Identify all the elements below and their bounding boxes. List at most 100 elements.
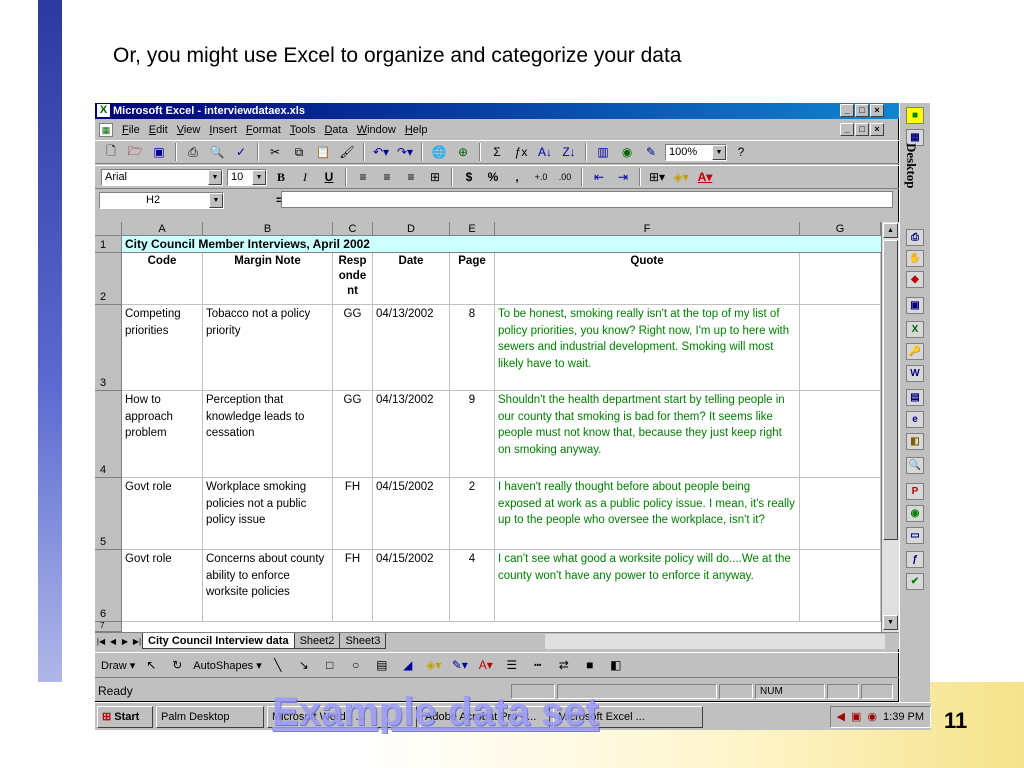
cell-code[interactable]: Govt role — [122, 550, 203, 622]
increase-indent-icon[interactable]: ⇥ — [613, 168, 633, 186]
paste-icon[interactable]: 📋 — [313, 143, 333, 161]
menu-data[interactable]: Data — [324, 124, 347, 136]
row-header-3[interactable]: 3 — [95, 305, 122, 391]
sheet-title-cell[interactable]: City Council Member Interviews, April 20… — [122, 236, 881, 253]
scroll-thumb[interactable] — [883, 240, 898, 540]
volume-icon[interactable]: ◀ — [837, 707, 845, 727]
decrease-decimal-icon[interactable]: .00 — [555, 168, 575, 186]
open-icon[interactable]: 🗁 — [125, 143, 145, 161]
schedule-icon[interactable]: ◆ — [906, 271, 924, 288]
header-margin-note[interactable]: Margin Note — [203, 253, 333, 305]
menu-window[interactable]: Window — [357, 124, 396, 136]
increase-decimal-icon[interactable]: +.0 — [531, 168, 551, 186]
excel-window[interactable]: X Microsoft Excel - interviewdataex.xls … — [95, 103, 899, 702]
menu-insert[interactable]: Insert — [209, 124, 237, 136]
column-header-f[interactable]: F — [495, 222, 800, 236]
cell-margin-note[interactable]: Tobacco not a policy priority — [203, 305, 333, 391]
cell-g5[interactable] — [800, 478, 881, 550]
cell-page[interactable]: 8 — [450, 305, 495, 391]
wordart-icon[interactable]: ◢ — [398, 656, 418, 674]
menu-edit[interactable]: Edit — [149, 124, 168, 136]
chevron-down-icon[interactable]: ▼ — [208, 169, 222, 185]
cell-quote[interactable]: I can't see what good a worksite policy … — [495, 550, 800, 622]
column-header-a[interactable]: A — [122, 222, 203, 236]
sheet-tab-sheet3[interactable]: Sheet3 — [339, 633, 387, 649]
sheet-tab-interview-data[interactable]: City Council Interview data — [142, 633, 295, 649]
palm-icon[interactable]: ✋ — [906, 250, 924, 267]
drawing-icon[interactable]: ✎ — [641, 143, 661, 161]
chevron-down-icon[interactable]: ▼ — [712, 144, 726, 160]
column-header-d[interactable]: D — [373, 222, 450, 236]
draw-menu[interactable]: Draw ▾ — [101, 659, 135, 672]
redo-icon[interactable]: ↷▾ — [395, 143, 415, 161]
start-button[interactable]: ⊞ Start — [97, 705, 153, 728]
free-rotate-icon[interactable]: ↻ — [167, 656, 187, 674]
cell-respondent[interactable]: GG — [333, 391, 373, 478]
fill-color-icon[interactable]: ◈▾ — [671, 168, 691, 186]
powerpoint-icon[interactable]: P — [906, 483, 924, 500]
scroll-up-icon[interactable]: ▲ — [883, 223, 898, 238]
monitor-icon[interactable]: ▭ — [906, 527, 924, 544]
autosum-icon[interactable]: Σ — [487, 143, 507, 161]
cell-g4[interactable] — [800, 391, 881, 478]
word-shortcut-icon[interactable]: W — [906, 365, 924, 382]
font-color-icon[interactable]: A▾ — [695, 168, 715, 186]
new-icon[interactable]: 🗋 — [101, 143, 121, 161]
title-bar[interactable]: X Microsoft Excel - interviewdataex.xls … — [95, 103, 899, 119]
print-preview-icon[interactable]: 🔍 — [207, 143, 227, 161]
comma-style-icon[interactable]: , — [507, 168, 527, 186]
merge-center-icon[interactable]: ⊞ — [425, 168, 445, 186]
format-painter-icon[interactable]: 🖌 — [337, 143, 357, 161]
column-header-g[interactable]: G — [800, 222, 881, 236]
calculator-icon[interactable]: ▣ — [906, 297, 924, 314]
cell-quote[interactable]: I haven't really thought before about pe… — [495, 478, 800, 550]
dash-style-icon[interactable]: ┅ — [528, 656, 548, 674]
doc-minimize-icon[interactable]: _ — [840, 123, 854, 136]
menu-tools[interactable]: Tools — [290, 124, 316, 136]
name-box[interactable]: H2 ▼ — [99, 191, 224, 209]
access-icon[interactable]: 🔑 — [906, 343, 924, 360]
help-icon[interactable]: ? — [731, 143, 751, 161]
column-header-b[interactable]: B — [203, 222, 333, 236]
cell-respondent[interactable]: GG — [333, 305, 373, 391]
virus-scan-icon[interactable]: ◉ — [906, 505, 924, 522]
prev-sheet-icon[interactable]: ◀ — [107, 634, 119, 649]
copy-icon[interactable]: ⧉ — [289, 143, 309, 161]
sort-ascending-icon[interactable]: A↓ — [535, 143, 555, 161]
menu-help[interactable]: Help — [405, 124, 428, 136]
header-page[interactable]: Page — [450, 253, 495, 305]
header-code[interactable]: Code — [122, 253, 203, 305]
chevron-down-icon[interactable]: ▼ — [209, 192, 223, 208]
cell-g3[interactable] — [800, 305, 881, 391]
ftp-icon[interactable]: ƒ — [906, 551, 924, 568]
font-color-icon[interactable]: A▾ — [476, 656, 496, 674]
arrow-icon[interactable]: ↘ — [294, 656, 314, 674]
fill-color-icon[interactable]: ◈▾ — [424, 656, 444, 674]
tools-icon[interactable]: ✔ — [906, 573, 924, 590]
cell-quote[interactable]: To be honest, smoking really isn't at th… — [495, 305, 800, 391]
font-select[interactable]: Arial ▼ — [101, 168, 223, 186]
sheet-tab-sheet2[interactable]: Sheet2 — [293, 633, 341, 649]
excel-app-icon[interactable]: X — [97, 104, 110, 117]
minimize-icon[interactable]: _ — [840, 104, 854, 117]
internet-explorer-icon[interactable]: e — [906, 411, 924, 428]
menu-file[interactable]: File — [122, 124, 140, 136]
find-icon[interactable]: 🔍 — [906, 457, 924, 474]
formula-input[interactable] — [281, 191, 893, 208]
spelling-icon[interactable]: ✓ — [231, 143, 251, 161]
cell-date[interactable]: 04/15/2002 — [373, 478, 450, 550]
next-sheet-icon[interactable]: ▶ — [119, 634, 131, 649]
worksheet-grid[interactable]: A B C D E F G 1 City Council Member Inte… — [95, 222, 881, 632]
cell-margin-note[interactable]: Concerns about county ability to enforce… — [203, 550, 333, 622]
text-box-icon[interactable]: ▤ — [372, 656, 392, 674]
cell-margin-note[interactable]: Perception that knowledge leads to cessa… — [203, 391, 333, 478]
arrow-style-icon[interactable]: ⇄ — [554, 656, 574, 674]
align-center-icon[interactable]: ≡ — [377, 168, 397, 186]
row-header-1[interactable]: 1 — [95, 236, 122, 253]
map-icon[interactable]: ◉ — [617, 143, 637, 161]
web-toolbar-icon[interactable]: ⊕ — [453, 143, 473, 161]
oval-icon[interactable]: ○ — [346, 656, 366, 674]
header-respondent[interactable]: Resp onde nt — [333, 253, 373, 305]
save-icon[interactable]: ▣ — [149, 143, 169, 161]
column-header-c[interactable]: C — [333, 222, 373, 236]
